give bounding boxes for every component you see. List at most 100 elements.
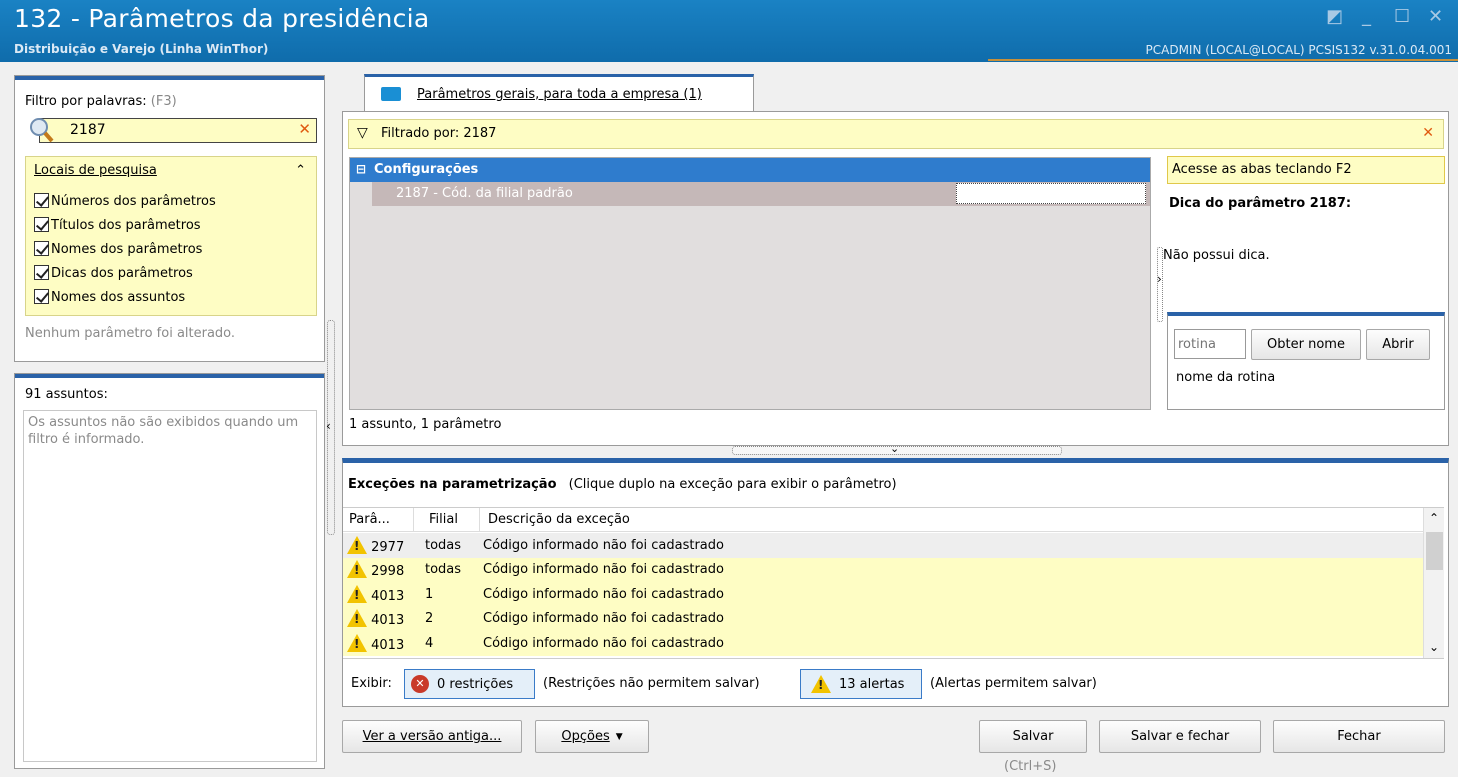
tab-general-params[interactable]: Parâmetros gerais, para toda a empresa (… <box>364 74 754 112</box>
checkbox-icon[interactable] <box>34 217 49 232</box>
filter-label-text: Filtro por palavras: <box>25 94 147 109</box>
warning-icon <box>347 633 367 652</box>
value-cell[interactable] <box>956 183 1146 204</box>
search-icon <box>27 114 57 144</box>
user-info: PCADMIN (LOCAL@LOCAL) PCSIS132 v.31.0.04… <box>1145 43 1453 57</box>
subjects-list[interactable]: Os assuntos não são exibidos quando um f… <box>23 410 317 762</box>
scroll-thumb[interactable] <box>1426 532 1443 570</box>
col-divider <box>479 508 480 532</box>
collapse-icon[interactable]: ⌃ <box>295 163 306 178</box>
maximize-icon[interactable]: ☐ <box>1394 6 1410 27</box>
restrictions-label: 0 restrições <box>437 676 514 692</box>
option-label: Dicas dos parâmetros <box>51 266 193 281</box>
scroll-up-icon[interactable]: ⌃ <box>1429 511 1439 525</box>
checkbox-icon[interactable] <box>34 193 49 208</box>
save-close-button[interactable]: Salvar e fechar <box>1099 720 1261 753</box>
open-button[interactable]: Abrir <box>1366 329 1430 360</box>
exceptions-title: Exceções na parametrização <box>348 477 557 492</box>
horizontal-splitter[interactable]: ⌄ <box>732 442 1062 455</box>
tree-summary: 1 assunto, 1 parâmetro <box>349 417 502 432</box>
routine-input[interactable] <box>1174 329 1246 359</box>
window-subtitle: Distribuição e Varejo (Linha WinThor) <box>14 42 269 56</box>
panel-accent <box>15 374 324 378</box>
collapse-left-icon[interactable]: ‹ <box>326 419 331 433</box>
close-button[interactable]: Fechar <box>1273 720 1445 753</box>
option-label: Números dos parâmetros <box>51 194 216 209</box>
filter-panel: Filtro por palavras: (F3) 2187 ✕ Locais … <box>14 75 325 362</box>
clear-filter-icon[interactable]: ✕ <box>1422 125 1434 141</box>
routine-name: nome da rotina <box>1176 370 1276 385</box>
expand-right-icon[interactable]: › <box>1157 272 1162 286</box>
options-label: Opções <box>561 729 610 744</box>
table-row[interactable]: 2998 todas Código informado não foi cada… <box>343 557 1423 582</box>
dropdown-icon: ▼ <box>615 731 623 742</box>
exceptions-header: Exceções na parametrização (Clique duplo… <box>348 477 897 492</box>
table-row[interactable]: 4013 1 Código informado não foi cadastra… <box>343 582 1423 607</box>
item-label: 2187 - Cód. da filial padrão <box>396 186 573 201</box>
collapse-group-icon[interactable]: ⊟ <box>356 162 366 176</box>
scroll-down-icon[interactable]: ⌄ <box>1429 640 1439 654</box>
warning-icon <box>347 560 367 579</box>
table-row[interactable]: 4013 4 Código informado não foi cadastra… <box>343 631 1423 656</box>
options-button[interactable]: Opções ▼ <box>535 720 649 753</box>
hint-text: Não possui dica. <box>1163 248 1270 263</box>
option-numbers[interactable]: Números dos parâmetros <box>34 193 216 209</box>
save-shortcut: (Ctrl+S) <box>1004 759 1057 774</box>
row-branch: 1 <box>425 586 434 602</box>
collapse-down-icon[interactable]: ⌄ <box>890 442 899 455</box>
col-description[interactable]: Descrição da exceção <box>488 512 630 527</box>
close-icon[interactable]: ✕ <box>1428 6 1443 27</box>
option-subjects[interactable]: Nomes dos assuntos <box>34 289 185 305</box>
show-label: Exibir: <box>351 676 392 691</box>
save-button[interactable]: Salvar <box>979 720 1087 753</box>
checkbox-icon[interactable] <box>34 241 49 256</box>
exceptions-panel: Exceções na parametrização (Clique duplo… <box>342 458 1449 707</box>
filter-bar: ▽ Filtrado por: 2187 ✕ <box>348 119 1444 149</box>
table-row[interactable]: 4013 2 Código informado não foi cadastra… <box>343 606 1423 631</box>
warning-icon <box>347 535 367 554</box>
alerts-button[interactable]: 13 alertas <box>800 669 922 699</box>
restrictions-button[interactable]: ✕ 0 restrições <box>404 669 535 699</box>
clear-search-icon[interactable]: ✕ <box>298 120 311 138</box>
params-tree[interactable]: ⊟ Configurações 2187 - Cód. da filial pa… <box>349 157 1151 410</box>
row-desc: Código informado não foi cadastrado <box>483 562 724 578</box>
search-input[interactable]: 2187 ✕ <box>39 118 317 143</box>
old-version-button[interactable]: Ver a versão antiga... <box>342 720 522 753</box>
alerts-note: (Alertas permitem salvar) <box>930 676 1097 691</box>
client-area: Filtro por palavras: (F3) 2187 ✕ Locais … <box>0 62 1458 777</box>
option-label: Títulos dos parâmetros <box>51 218 201 233</box>
old-version-label: Ver a versão antiga... <box>362 729 502 744</box>
checkbox-icon[interactable] <box>34 265 49 280</box>
checkbox-icon[interactable] <box>34 289 49 304</box>
row-desc: Código informado não foi cadastrado <box>483 537 724 553</box>
warning-icon <box>347 609 367 628</box>
warning-icon <box>347 584 367 603</box>
row-branch: todas <box>425 562 462 578</box>
alerts-label: 13 alertas <box>839 676 905 692</box>
table-row[interactable]: 2977 todas Código informado não foi cada… <box>343 533 1423 558</box>
tab-label: Parâmetros gerais, para toda a empresa (… <box>417 87 702 102</box>
col-branch[interactable]: Filial <box>429 512 458 527</box>
option-titles[interactable]: Títulos dos parâmetros <box>34 217 201 233</box>
col-param[interactable]: Parâ... <box>349 512 390 527</box>
tabs-hint-text: Acesse as abas teclando F2 <box>1172 162 1352 177</box>
row-param: 2977 <box>371 539 405 555</box>
tree-item[interactable]: 2187 - Cód. da filial padrão <box>372 182 1150 206</box>
row-param: 4013 <box>371 637 405 653</box>
option-hints[interactable]: Dicas dos parâmetros <box>34 265 193 281</box>
option-names[interactable]: Nomes dos parâmetros <box>34 241 202 257</box>
exceptions-table: Parâ... Filial Descrição da exceção 2977… <box>343 507 1444 659</box>
filter-shortcut: (F3) <box>150 94 177 109</box>
col-divider <box>413 508 414 532</box>
subjects-count: 91 assuntos: <box>25 387 108 402</box>
tree-group[interactable]: ⊟ Configurações <box>350 158 1150 182</box>
get-name-button[interactable]: Obter nome <box>1251 329 1361 360</box>
search-locations-title: Locais de pesquisa <box>34 163 157 178</box>
row-param: 4013 <box>371 588 405 604</box>
accent-line <box>988 59 1458 61</box>
table-scrollbar[interactable]: ⌃ ⌄ <box>1423 508 1444 658</box>
routine-panel: Obter nome Abrir nome da rotina <box>1167 312 1445 410</box>
window-title: 132 - Parâmetros da presidência <box>14 4 430 33</box>
minimize-icon[interactable]: _ <box>1362 6 1371 27</box>
restore-icon[interactable]: ◩ <box>1326 6 1343 27</box>
